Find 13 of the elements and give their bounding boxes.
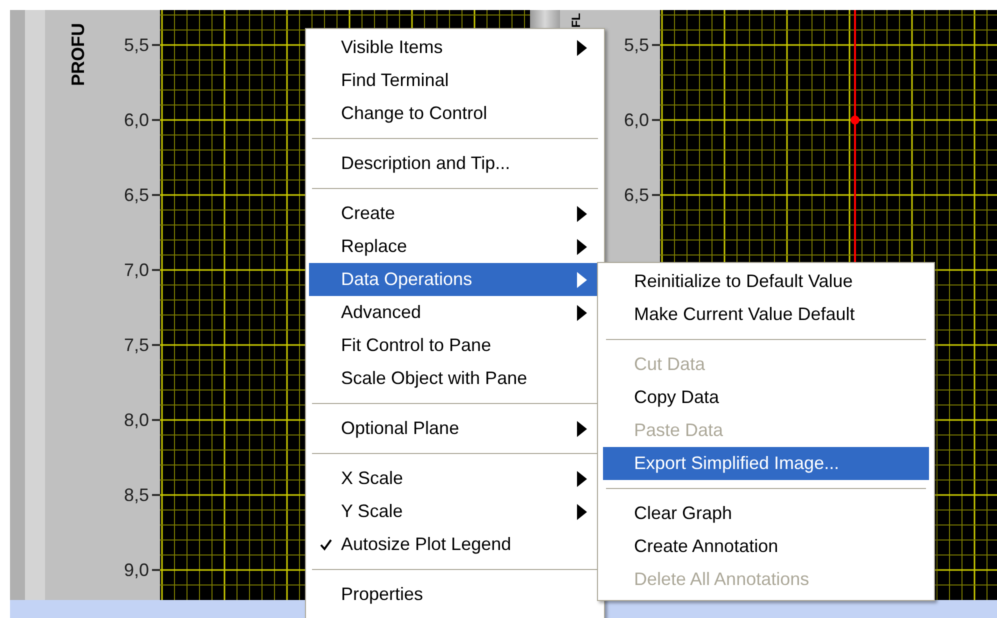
y-tick-label: 5,5 [124,36,149,54]
y-tick-label: 6,5 [624,186,649,204]
y-tick-label: 5,5 [624,36,649,54]
y-tick-label: 8,5 [124,486,149,504]
axis-title: FL [570,13,582,28]
y-tick-label: 6,0 [624,111,649,129]
y-tick-label: 7,5 [124,336,149,354]
axis-title: PROFU [69,23,87,86]
y-tick-label: 6,0 [124,111,149,129]
y-tick-label: 9,0 [124,561,149,579]
y-tick-label: 6,5 [124,186,149,204]
y-tick-label: 8,0 [124,411,149,429]
y-tick-label: 7,0 [124,261,149,279]
